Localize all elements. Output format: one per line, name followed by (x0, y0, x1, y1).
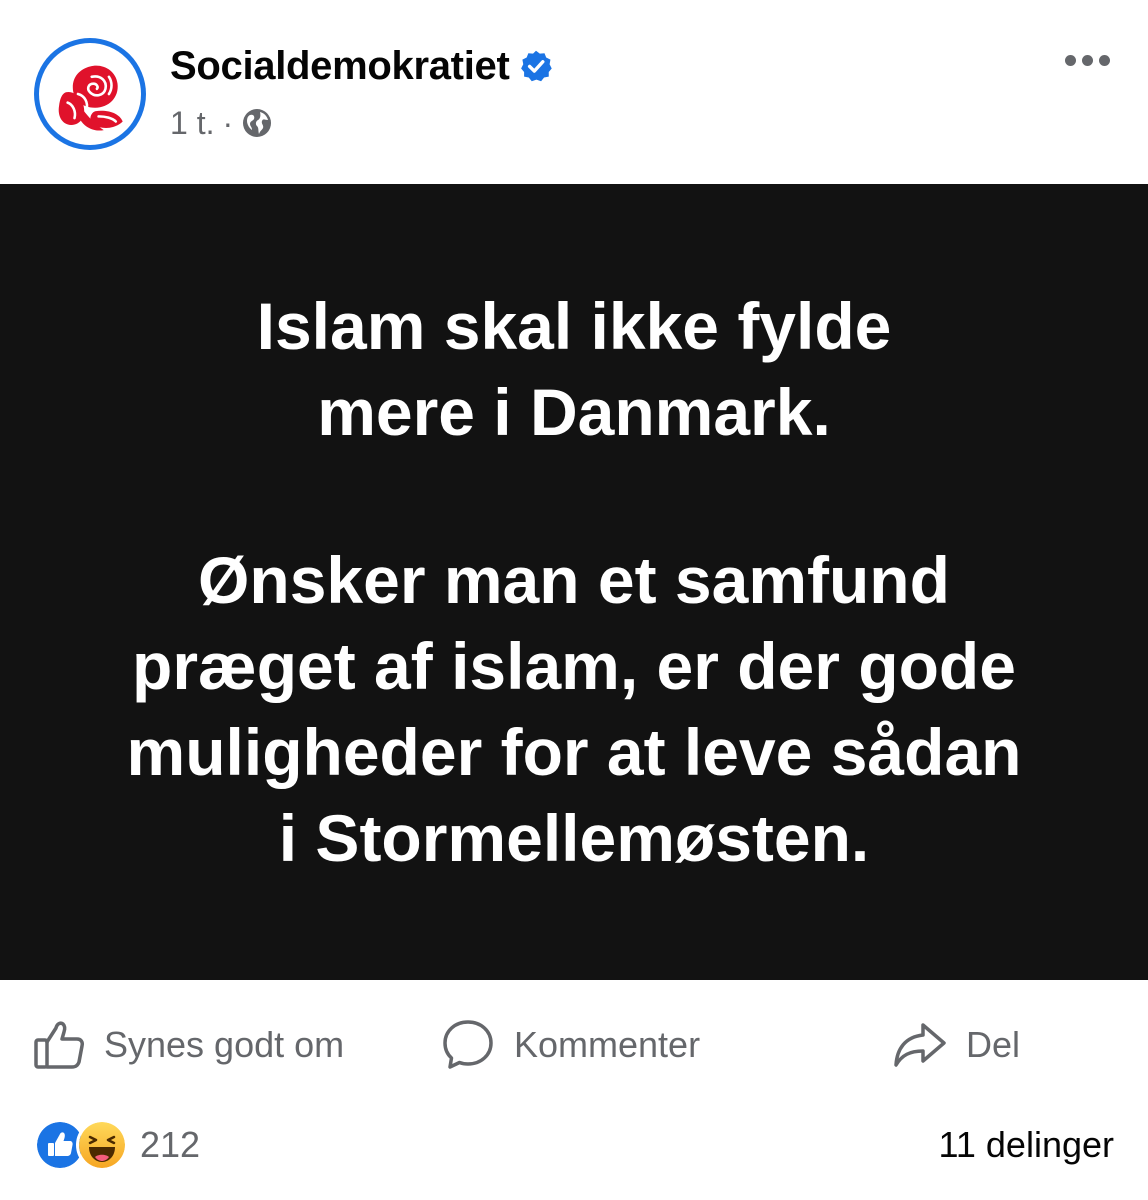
comment-bubble-icon (443, 1020, 493, 1069)
media-line: præget af islam, er der gode (132, 629, 1016, 703)
media-line: mere i Danmark. (317, 375, 831, 449)
more-options-dot (1081, 54, 1093, 66)
page-name-row: Socialdemokratiet (170, 38, 553, 94)
media-line: Islam skal ikke fylde (256, 289, 892, 363)
globe-icon (243, 109, 272, 137)
media-line: muligheder for at leve sådan (126, 715, 1022, 789)
reactions-summary[interactable]: 212 (34, 1110, 200, 1180)
share-button[interactable]: Del (892, 1005, 1020, 1085)
media-line: Ønsker man et samfund (198, 543, 950, 617)
more-options-button[interactable] (1052, 40, 1122, 80)
post-meta: 1 t. · (170, 100, 273, 146)
page-avatar[interactable] (34, 38, 146, 150)
verified-badge-icon (521, 50, 553, 82)
like-label: Synes godt om (104, 1024, 345, 1065)
post-media-text-card[interactable]: Islam skal ikke fylde mere i Danmark. Øn… (0, 184, 1148, 980)
avatar-inner (39, 43, 141, 145)
more-options-icon (1064, 54, 1076, 66)
share-count[interactable]: 11 delinger (939, 1110, 1114, 1180)
facebook-post: Socialdemokratiet 1 t. · Islam skal ikke… (0, 0, 1148, 1200)
page-name[interactable]: Socialdemokratiet (170, 44, 510, 89)
post-action-bar: Synes godt om Kommenter Del (0, 1005, 1148, 1085)
share-arrow-icon (894, 1023, 946, 1067)
post-timestamp[interactable]: 1 t. (170, 105, 214, 142)
like-button[interactable]: Synes godt om (32, 1005, 344, 1085)
meta-separator: · (222, 104, 234, 141)
comment-label: Kommenter (514, 1024, 701, 1065)
more-options-dot (1098, 54, 1110, 66)
post-footer: 212 11 delinger (0, 1110, 1148, 1180)
thumbs-up-icon (34, 1021, 84, 1069)
red-rose-icon (58, 65, 123, 131)
reaction-count: 212 (140, 1124, 201, 1165)
share-label: Del (966, 1024, 1021, 1065)
haha-reaction-icon (76, 1119, 128, 1171)
comment-button[interactable]: Kommenter (440, 1005, 700, 1085)
media-line: i Stormellemøsten. (278, 801, 870, 875)
